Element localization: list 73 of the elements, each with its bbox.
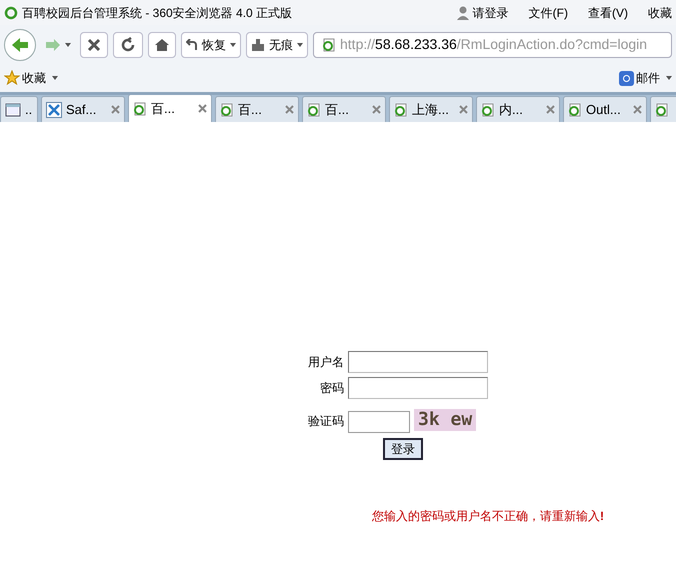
password-label: 密码: [319, 380, 344, 397]
password-field[interactable]: [348, 377, 488, 399]
browser-tab[interactable]: Outl...: [563, 96, 647, 122]
tab-title: Outl...: [586, 100, 621, 119]
browser-tab[interactable]: Saf...: [41, 96, 125, 122]
browser-icon: [133, 102, 147, 116]
tab-title: 百...: [325, 100, 349, 119]
browser-icon: [220, 102, 234, 116]
login-link[interactable]: 请登录: [472, 4, 509, 22]
tab-title: 上海...: [412, 100, 449, 119]
browser-icon: [481, 102, 495, 116]
restore-button[interactable]: 恢复: [181, 32, 241, 58]
browser-tab[interactable]: 百...: [128, 95, 212, 122]
browser-icon: [307, 102, 321, 116]
browser-tab[interactable]: 上海...: [389, 96, 473, 122]
close-icon: [87, 38, 101, 52]
browser-icon: [322, 38, 336, 52]
close-icon[interactable]: [459, 105, 468, 114]
captcha-label: 验证码: [308, 413, 344, 430]
left-arrow-icon: [10, 36, 30, 54]
browser-icon: [655, 102, 669, 116]
url-text: http://58.68.233.36/RmLoginAction.do?cmd=login: [340, 35, 648, 54]
tab-title: 内...: [499, 100, 523, 119]
refresh-button[interactable]: [113, 32, 143, 58]
login-button[interactable]: 登录: [383, 438, 423, 460]
stop-button[interactable]: [80, 32, 108, 58]
captcha-image: 3k ew: [414, 409, 476, 431]
x-logo-icon: [46, 102, 62, 118]
close-icon[interactable]: [633, 105, 642, 114]
caret-icon: [666, 76, 672, 80]
close-icon[interactable]: [198, 104, 207, 113]
refresh-icon: [120, 36, 136, 52]
browser-tab[interactable]: ..: [0, 96, 38, 122]
tab-title: 百...: [238, 100, 262, 119]
right-arrow-icon: [45, 38, 61, 52]
broom-icon: [251, 38, 265, 50]
close-icon[interactable]: [285, 105, 294, 114]
close-icon[interactable]: [111, 105, 120, 114]
tab-title: Saf...: [66, 100, 96, 119]
home-icon: [154, 38, 170, 52]
mail-button[interactable]: 邮件: [619, 69, 672, 87]
error-message: 您输入的密码或用户名不正确，请重新输入!: [372, 508, 604, 525]
window-title: 百聘校园后台管理系统 - 360安全浏览器 4.0 正式版: [22, 4, 292, 22]
menu-item[interactable]: 文件(F): [528, 4, 568, 22]
favorites-button[interactable]: 收藏: [4, 69, 58, 87]
window-icon: [5, 102, 21, 118]
menu-item[interactable]: 查看(V): [588, 4, 628, 22]
address-bar[interactable]: http://58.68.233.36/RmLoginAction.do?cmd=login: [313, 32, 672, 58]
browser-logo-icon: [4, 6, 18, 20]
close-icon[interactable]: [546, 105, 555, 114]
incognito-button[interactable]: 无痕: [246, 32, 308, 58]
caret-icon: [230, 42, 236, 46]
star-icon: [4, 70, 20, 86]
browser-tab[interactable]: 内...: [476, 96, 560, 122]
captcha-field[interactable]: [348, 411, 410, 433]
tab-title: ..: [25, 100, 32, 119]
browser-tab[interactable]: 百...: [215, 96, 299, 122]
menu-item[interactable]: 收藏: [648, 4, 672, 22]
back-button[interactable]: [4, 28, 36, 60]
caret-icon: [297, 42, 303, 46]
mail-icon: [619, 70, 634, 86]
username-field[interactable]: [348, 351, 488, 373]
browser-icon: [568, 102, 582, 116]
caret-icon: [65, 42, 71, 46]
browser-tab[interactable]: 百...: [302, 96, 386, 122]
caret-icon: [52, 76, 58, 80]
user-icon: [456, 6, 469, 20]
undo-arrow-icon: [186, 38, 198, 50]
close-icon[interactable]: [372, 105, 381, 114]
browser-icon: [394, 102, 408, 116]
home-button[interactable]: [148, 32, 176, 58]
tab-title: 百...: [151, 100, 175, 118]
username-label: 用户名: [308, 354, 344, 371]
